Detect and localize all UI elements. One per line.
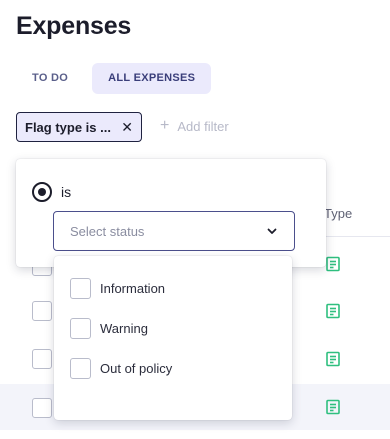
status-dropdown-menu: Information Warning Out of policy bbox=[54, 256, 292, 420]
add-filter-button[interactable]: + Add filter bbox=[160, 118, 229, 134]
option-checkbox[interactable] bbox=[70, 277, 91, 299]
option-checkbox[interactable] bbox=[70, 357, 91, 379]
plus-icon: + bbox=[160, 117, 170, 134]
page-title: Expenses bbox=[16, 12, 132, 40]
column-header-type[interactable]: Type bbox=[324, 206, 352, 221]
option-label: Out of policy bbox=[100, 360, 173, 376]
status-option-out-of-policy[interactable]: Out of policy bbox=[70, 357, 172, 379]
row-checkbox[interactable] bbox=[32, 301, 52, 321]
receipt-icon bbox=[326, 351, 340, 367]
radio-selected-icon[interactable] bbox=[32, 182, 52, 202]
row-checkbox[interactable] bbox=[32, 349, 52, 369]
row-checkbox[interactable] bbox=[32, 398, 52, 418]
status-option-warning[interactable]: Warning bbox=[70, 317, 148, 339]
receipt-icon bbox=[326, 303, 340, 319]
filter-chip-label: Flag type is ... bbox=[25, 119, 111, 135]
add-filter-label: Add filter bbox=[177, 118, 229, 134]
tab-bar: TO DO ALL EXPENSES bbox=[16, 63, 212, 94]
tab-to-do[interactable]: TO DO bbox=[16, 63, 84, 94]
flag-type-filter-chip[interactable]: Flag type is ... ✕ bbox=[16, 112, 142, 142]
status-option-information[interactable]: Information bbox=[70, 277, 165, 299]
receipt-icon bbox=[326, 256, 340, 272]
operator-is-radio[interactable]: is bbox=[32, 182, 71, 202]
tab-all-expenses[interactable]: ALL EXPENSES bbox=[92, 63, 212, 94]
chevron-down-icon bbox=[267, 228, 277, 234]
operator-label: is bbox=[61, 184, 72, 200]
option-label: Warning bbox=[100, 320, 148, 336]
option-checkbox[interactable] bbox=[70, 317, 91, 339]
filter-popover: is Select status bbox=[16, 159, 326, 267]
radio-dot bbox=[38, 188, 46, 196]
option-label: Information bbox=[100, 280, 166, 296]
close-icon[interactable]: ✕ bbox=[121, 120, 133, 134]
status-select-placeholder: Select status bbox=[70, 223, 145, 239]
receipt-icon bbox=[326, 399, 340, 415]
status-select[interactable]: Select status bbox=[53, 211, 295, 251]
